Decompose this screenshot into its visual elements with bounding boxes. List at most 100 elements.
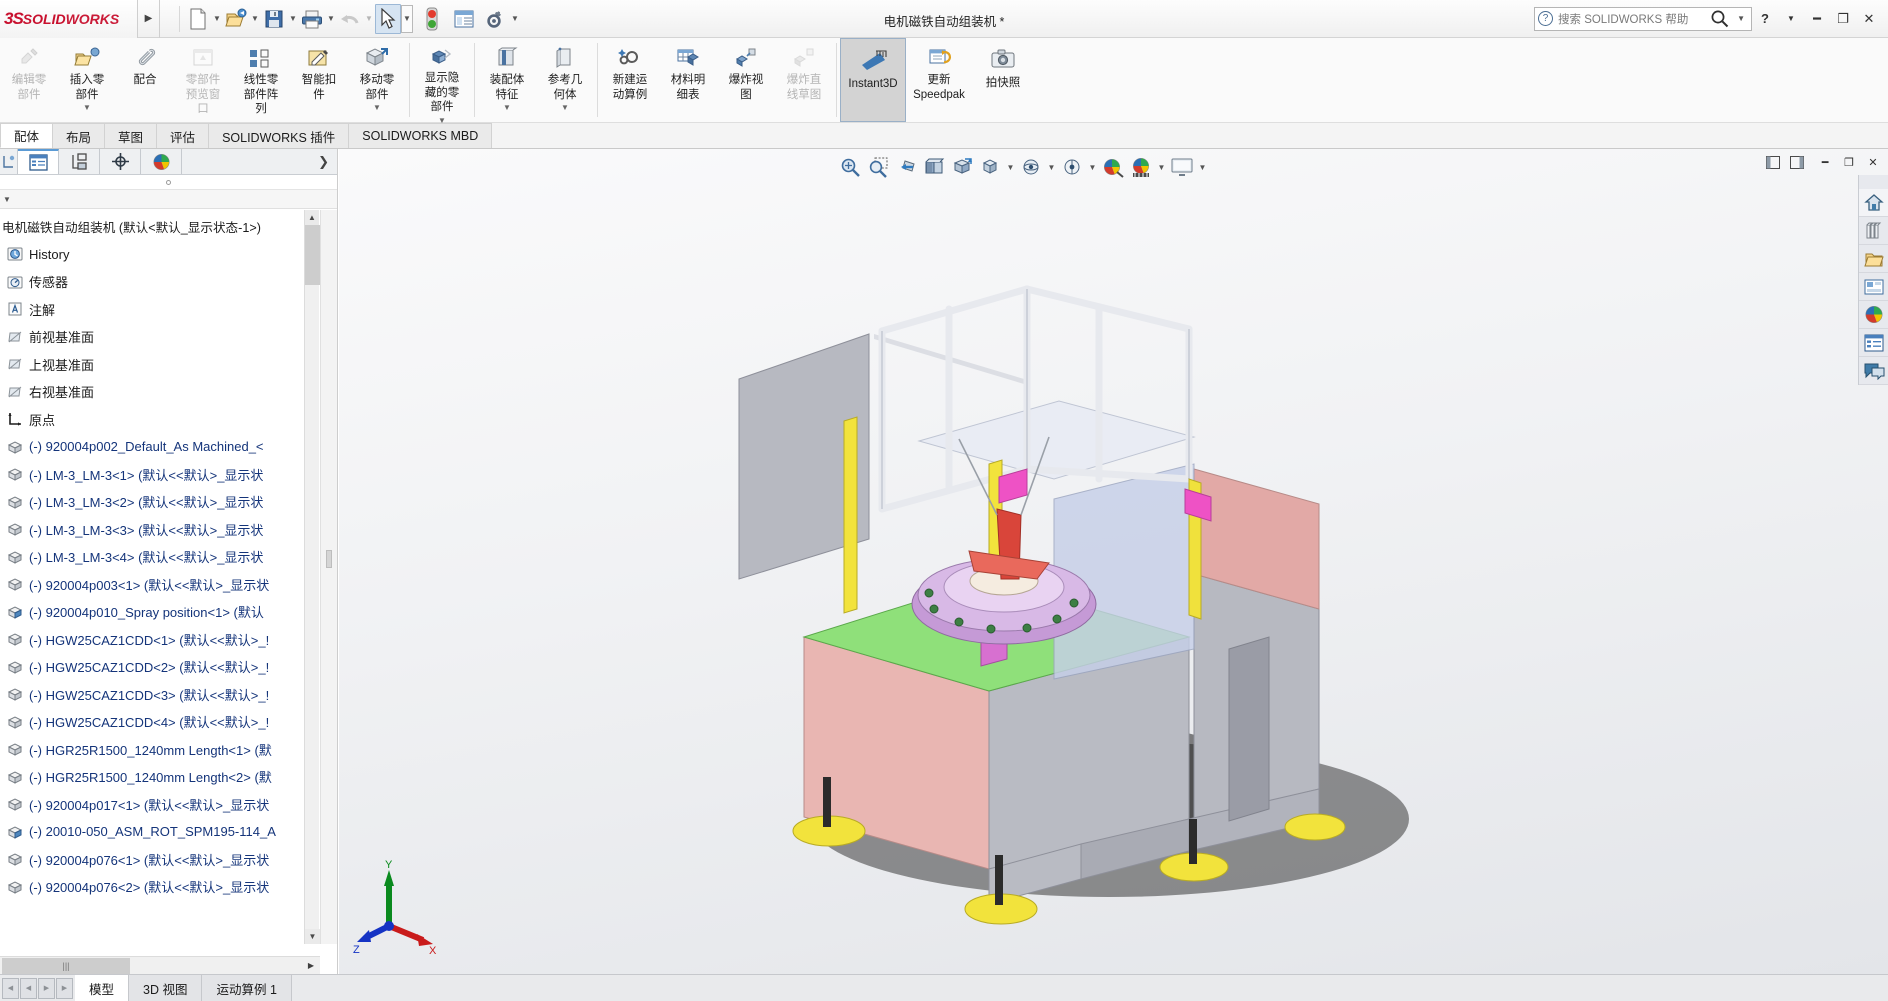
magnifier-icon[interactable] — [1710, 9, 1729, 28]
minimize-document-button[interactable]: ━ — [1814, 151, 1836, 173]
tree-item-subassembly[interactable]: (-) 20010-050_ASM_ROT_SPM195-114_A — [0, 818, 320, 846]
tree-item-component[interactable]: (-) LM-3_LM-3<1> (默认<<默认>_显示状 — [0, 461, 320, 489]
next-tab-icon[interactable]: ▶ — [38, 977, 55, 999]
tab-evaluate[interactable]: 评估 — [156, 123, 210, 148]
close-document-button[interactable]: ✕ — [1862, 151, 1884, 173]
property-manager-tab[interactable] — [18, 149, 59, 174]
hide-show-items-button[interactable] — [1017, 154, 1045, 180]
help-button[interactable]: ? — [1752, 0, 1778, 38]
print-document-caret-icon[interactable]: ▼ — [325, 4, 337, 34]
3d-views-tab[interactable]: 3D 视图 — [129, 975, 203, 1001]
search-help-input[interactable]: ? 搜索 SOLIDWORKS 帮助 ▼ — [1534, 6, 1752, 31]
solidworks-logo[interactable]: 3S SOLID WORKS — [0, 0, 138, 38]
first-tab-icon[interactable]: ◀ — [2, 977, 19, 999]
explode-line-sketch-button[interactable]: 爆炸直 线草图 — [775, 38, 833, 122]
tree-item-component[interactable]: (-) LM-3_LM-3<3> (默认<<默认>_显示状 — [0, 516, 320, 544]
tree-item-component[interactable]: (-) LM-3_LM-3<2> (默认<<默认>_显示状 — [0, 488, 320, 516]
rebuild-status-button[interactable] — [419, 4, 445, 34]
splitter-grip[interactable] — [326, 550, 332, 568]
tree-item-history[interactable]: History — [0, 241, 320, 269]
design-library-button[interactable] — [1859, 217, 1888, 245]
last-tab-icon[interactable]: ▶ — [56, 977, 73, 999]
options-button[interactable] — [483, 4, 509, 34]
collapse-left-panel-button[interactable] — [1762, 151, 1784, 173]
tree-item-component[interactable]: (-) HGW25CAZ1CDD<2> (默认<<默认>_! — [0, 653, 320, 681]
hscrollbar-thumb[interactable]: ||| — [2, 957, 130, 974]
undo-caret-icon[interactable]: ▼ — [363, 4, 375, 34]
graphics-viewport[interactable]: ▼ ▼ ▼ ▼ ▼ ━ ❐ ✕ Y X Z — [339, 149, 1888, 974]
dimxpert-manager-tab[interactable] — [100, 149, 141, 174]
viewport-button[interactable] — [1168, 154, 1196, 180]
reference-geometry-button[interactable]: 参考几 何体 ▼ — [536, 38, 594, 122]
task-pane-home-button[interactable] — [1859, 189, 1888, 217]
new-motion-study-button[interactable]: 新建运 动算例 — [601, 38, 659, 122]
tree-item-component[interactable]: (-) HGW25CAZ1CDD<1> (默认<<默认>_! — [0, 626, 320, 654]
view-palette-button[interactable] — [1859, 273, 1888, 301]
mate-button[interactable]: 配合 — [116, 38, 174, 122]
tree-item-subassembly[interactable]: (-) 920004p010_Spray position<1> (默认 — [0, 598, 320, 626]
display-style-caret-icon[interactable]: ▼ — [1004, 154, 1017, 180]
menu-expander-icon[interactable]: ▶ — [138, 0, 160, 38]
save-document-button[interactable] — [261, 4, 287, 34]
show-hidden-components-button[interactable]: 显示隐 藏的零 部件 ▼ — [413, 38, 471, 125]
restore-document-button[interactable]: ❐ — [1838, 151, 1860, 173]
feature-manager-expand-icon[interactable]: ❯ — [318, 154, 337, 170]
tree-item-component[interactable]: (-) 920004p076<2> (默认<<默认>_显示状 — [0, 873, 320, 901]
feature-tree-horizontal-scrollbar[interactable]: ||| ▶ — [0, 956, 320, 974]
display-style-button[interactable] — [976, 154, 1004, 180]
zoom-to-area-button[interactable] — [864, 154, 892, 180]
tree-item-component[interactable]: (-) HGR25R1500_1240mm Length<1> (默 — [0, 736, 320, 764]
tree-item-component[interactable]: (-) 920004p002_Default_As Machined_< — [0, 433, 320, 461]
move-component-button[interactable]: 移动零 部件 ▼ — [348, 38, 406, 122]
model-tab[interactable]: 模型 — [75, 975, 130, 1001]
new-document-caret-icon[interactable]: ▼ — [211, 4, 223, 34]
view-settings-button[interactable] — [1058, 154, 1086, 180]
tab-solidworks-mbd[interactable]: SOLIDWORKS MBD — [348, 123, 493, 148]
tree-item-component[interactable]: (-) HGW25CAZ1CDD<3> (默认<<默认>_! — [0, 681, 320, 709]
edit-component-button[interactable]: 编辑零 部件 — [0, 38, 58, 122]
linear-component-pattern-button[interactable]: 线性零 部件阵列 — [232, 38, 290, 122]
hscroll-right-icon[interactable]: ▶ — [308, 961, 320, 970]
search-dropdown-icon[interactable]: ▼ — [1734, 14, 1748, 23]
maximize-window-button[interactable]: ❐ — [1830, 0, 1856, 38]
help-caret-icon[interactable]: ▼ — [1778, 0, 1804, 38]
insert-component-button[interactable]: 插入零 部件 ▼ — [58, 38, 116, 122]
file-explorer-button[interactable] — [1859, 245, 1888, 273]
open-document-caret-icon[interactable]: ▼ — [249, 4, 261, 34]
view-setting-palette-button[interactable] — [1127, 154, 1155, 180]
take-snapshot-button[interactable]: 拍快照 — [972, 38, 1034, 122]
feature-tree-filter-bar[interactable]: ▼ — [0, 189, 337, 209]
tab-sketch[interactable]: 草图 — [104, 123, 158, 148]
instant3d-button[interactable]: Instant3D — [840, 38, 906, 122]
tree-item-sensors[interactable]: 传感器 — [0, 268, 320, 296]
options-caret-icon[interactable]: ▼ — [509, 4, 521, 34]
apply-scene-button[interactable] — [1099, 154, 1127, 180]
reference-geometry-caret-icon[interactable]: ▼ — [561, 103, 569, 112]
expand-panel-button[interactable] — [1786, 151, 1808, 173]
scroll-down-icon[interactable]: ▼ — [305, 929, 320, 944]
viewport-caret-icon[interactable]: ▼ — [1196, 154, 1209, 180]
zoom-to-fit-button[interactable] — [836, 154, 864, 180]
tree-item-component[interactable]: (-) 920004p003<1> (默认<<默认>_显示状 — [0, 571, 320, 599]
open-document-button[interactable] — [223, 4, 249, 34]
view-orientation-button[interactable] — [948, 154, 976, 180]
section-view-button[interactable] — [920, 154, 948, 180]
select-tool-button[interactable] — [375, 3, 401, 34]
smart-fasteners-button[interactable]: 智能扣件 — [290, 38, 348, 122]
bill-of-materials-button[interactable]: 材料明 细表 — [659, 38, 717, 122]
tree-item-component[interactable]: (-) HGR25R1500_1240mm Length<2> (默 — [0, 763, 320, 791]
tab-layout[interactable]: 布局 — [52, 123, 106, 148]
assembly-features-button[interactable]: 装配体 特征 ▼ — [478, 38, 536, 122]
tree-item-component[interactable]: (-) LM-3_LM-3<4> (默认<<默认>_显示状 — [0, 543, 320, 571]
undo-button[interactable] — [337, 4, 363, 34]
tree-item-component[interactable]: (-) 920004p017<1> (默认<<默认>_显示状 — [0, 791, 320, 819]
select-tool-caret-icon[interactable]: ▼ — [401, 4, 413, 33]
file-properties-button[interactable] — [451, 4, 477, 34]
view-setting-palette-caret-icon[interactable]: ▼ — [1155, 154, 1168, 180]
prev-tab-icon[interactable]: ◀ — [20, 977, 37, 999]
feature-tree-tab[interactable] — [0, 149, 18, 174]
tree-item-annotations[interactable]: 注解 — [0, 296, 320, 324]
tree-item-top-plane[interactable]: 上视基准面 — [0, 351, 320, 379]
tree-root-row[interactable]: 电机磁铁自动组装机 (默认<默认_显示状态-1>) — [0, 213, 320, 241]
tree-item-origin[interactable]: 原点 — [0, 406, 320, 434]
